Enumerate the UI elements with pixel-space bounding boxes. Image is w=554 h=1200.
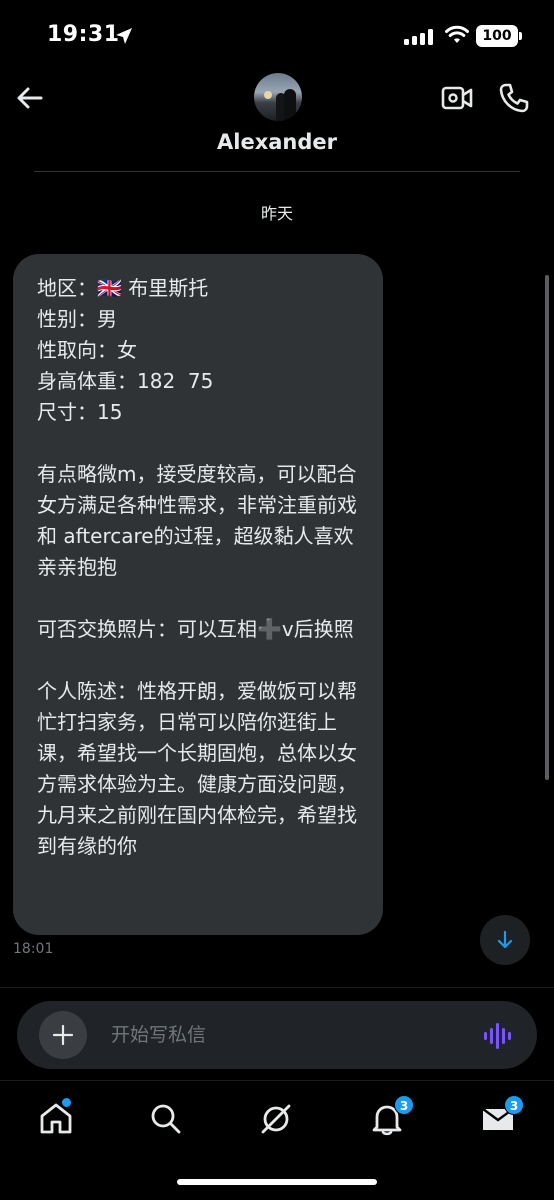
notifications-badge: 3 xyxy=(394,1095,414,1115)
phone-icon[interactable] xyxy=(498,82,530,114)
tab-home[interactable] xyxy=(38,1098,74,1137)
plus-icon xyxy=(52,1024,74,1046)
wifi-icon xyxy=(445,25,469,43)
add-media-button[interactable] xyxy=(39,1011,87,1059)
video-call-icon[interactable] xyxy=(441,84,473,112)
tab-messages[interactable]: 3 xyxy=(480,1095,524,1137)
composer-divider xyxy=(0,987,554,988)
arrow-down-icon xyxy=(497,930,513,949)
tab-grok[interactable] xyxy=(258,1101,294,1137)
signal-icon xyxy=(404,29,433,45)
battery-icon: 100 xyxy=(476,25,518,47)
date-separator: 昨天 xyxy=(260,204,293,223)
avatar-figure xyxy=(284,89,296,121)
header-divider xyxy=(34,171,520,172)
search-icon xyxy=(151,1104,181,1134)
message-timestamp: 18:01 xyxy=(13,941,54,957)
avatar[interactable] xyxy=(254,73,302,121)
battery-tip xyxy=(519,32,522,40)
back-arrow-icon[interactable] xyxy=(14,82,46,114)
voice-message-icon[interactable] xyxy=(483,1021,513,1051)
message-composer: 开始写私信 xyxy=(17,1001,537,1069)
status-bar: 19:31 100 xyxy=(0,0,554,70)
message-bubble[interactable]: 地区：🇬🇧 布里斯托 性别：男 性取向：女 身高体重：182 75 尺寸：15 … xyxy=(13,254,383,935)
contact-name[interactable]: Alexander xyxy=(0,130,554,154)
status-time: 19:31 xyxy=(47,22,120,47)
avatar-sun xyxy=(264,91,272,99)
location-arrow-icon xyxy=(116,28,132,44)
home-notification-dot xyxy=(62,1098,71,1107)
scrollbar[interactable] xyxy=(545,275,549,780)
scroll-to-bottom-button[interactable] xyxy=(480,915,530,965)
grok-icon xyxy=(261,1104,291,1134)
conversation-header: Alexander xyxy=(0,70,554,172)
tab-search[interactable] xyxy=(148,1101,184,1137)
message-text: 地区：🇬🇧 布里斯托 性别：男 性取向：女 身高体重：182 75 尺寸：15 … xyxy=(37,276,357,858)
message-input[interactable]: 开始写私信 xyxy=(111,1021,451,1049)
battery-level: 100 xyxy=(482,28,512,44)
messages-badge: 3 xyxy=(504,1095,524,1115)
tab-notifications[interactable]: 3 xyxy=(369,1095,414,1137)
home-indicator[interactable] xyxy=(177,1179,377,1185)
